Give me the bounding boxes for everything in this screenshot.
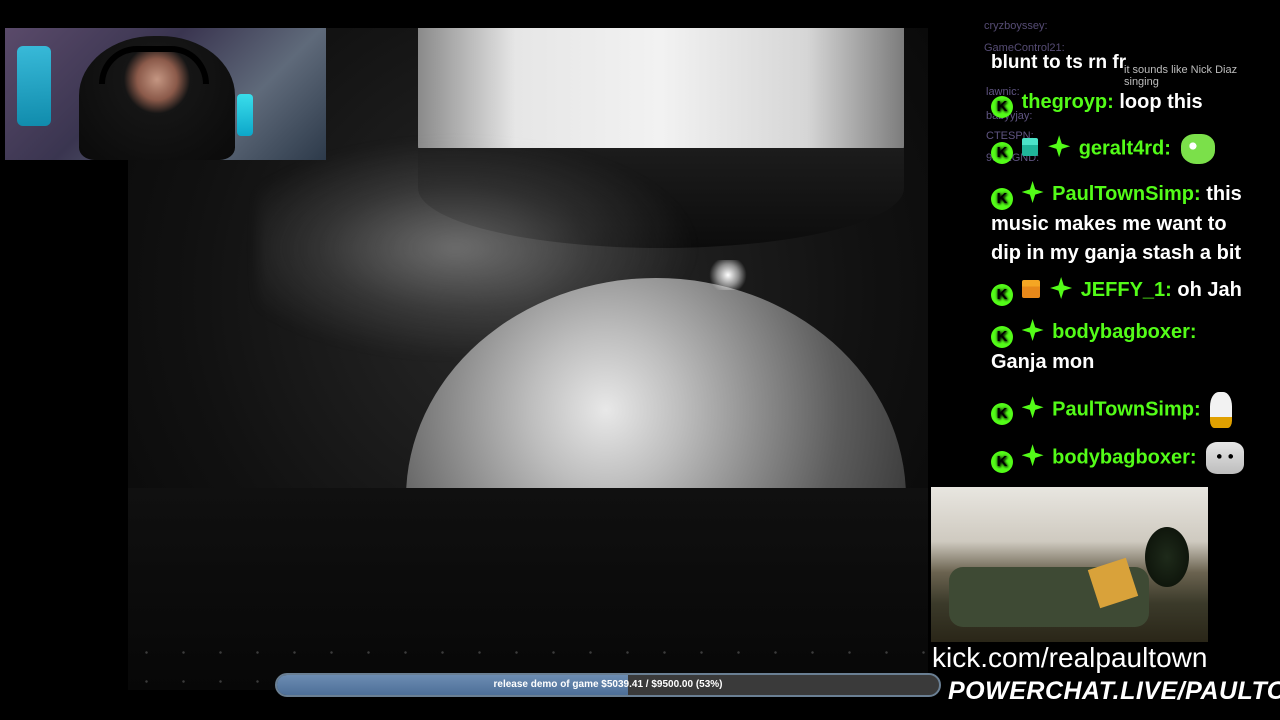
kick-badge-icon: K [991,284,1013,306]
chat-username[interactable]: thegroyp: [1022,91,1114,113]
donation-goal-label: release demo of game $5039.41 / $9500.00… [493,679,723,690]
powerchat-url: POWERCHAT.LIVE/PAULTOWN [948,677,1280,705]
subscriber-star-icon [1048,135,1071,158]
chat-username[interactable]: bodybagboxer: [1052,446,1196,468]
subscriber-star-icon [1050,277,1073,299]
chat-message: K PaulTownSimp: this music makes me want… [991,180,1251,268]
subscriber-star-icon [1021,396,1044,419]
chat-message: K thegroyp: loop this [991,88,1251,118]
chat-username[interactable]: PaulTownSimp: [1052,183,1201,205]
kick-badge-icon: K [991,188,1013,210]
goose-emote-icon [1210,392,1233,428]
chat-message: K PaulTownSimp: [991,392,1251,428]
chat-username[interactable]: geralt4rd: [1079,137,1171,159]
chat-message-text: loop this [1119,91,1203,113]
video-stage-light [706,260,750,290]
subscriber-star-icon [1021,444,1044,467]
webcam-neon-light-2 [237,94,253,136]
donation-goal-bar: release demo of game $5039.41 / $9500.00… [275,673,941,697]
chat-message-text: blunt to ts rn fr [991,52,1127,73]
kick-badge-icon: K [991,96,1013,118]
streamer-webcam [5,28,326,160]
room-camera [931,487,1208,642]
chat-username[interactable]: PaulTownSimp: [1052,398,1201,420]
kick-badge-icon: K [991,403,1013,426]
gift-badge-icon [1021,280,1040,298]
chat-overlay: cryzboyssey: GameControl21: blunt to ts … [982,14,1252,484]
subscriber-star-icon [1021,319,1044,341]
kick-badge-icon: K [991,142,1013,165]
kick-channel-url: kick.com/realpaultown [932,642,1208,673]
kick-badge-icon: K [991,451,1013,474]
chat-message-text: Ganja mon [991,351,1095,373]
chat-message: K JEFFY_1: oh Jah [991,276,1251,306]
room-camera-plant [1145,527,1189,587]
gift-badge-icon [1021,138,1038,157]
chat-overlay-text: it sounds like Nick Diaz singing [1124,64,1238,88]
chat-username[interactable]: JEFFY_1: [1081,279,1172,301]
chat-username[interactable]: bodybagboxer: [1052,321,1196,343]
webcam-headset [99,46,209,84]
subscriber-star-icon [1021,181,1044,203]
chat-message: K bodybagboxer: Ganja mon [991,318,1251,377]
video-crowd [128,488,928,690]
chat-message-text: oh Jah [1177,279,1242,301]
chat-message: K geralt4rd: [991,134,1251,165]
frog-emote-icon [1180,134,1215,164]
chat-message: K bodybagboxer: [991,442,1251,474]
webcam-neon-light [17,46,51,126]
chat-ghost-user: cryzboyssey: [984,20,1048,32]
cat-emote-icon [1206,442,1245,474]
kick-badge-icon: K [991,326,1013,348]
